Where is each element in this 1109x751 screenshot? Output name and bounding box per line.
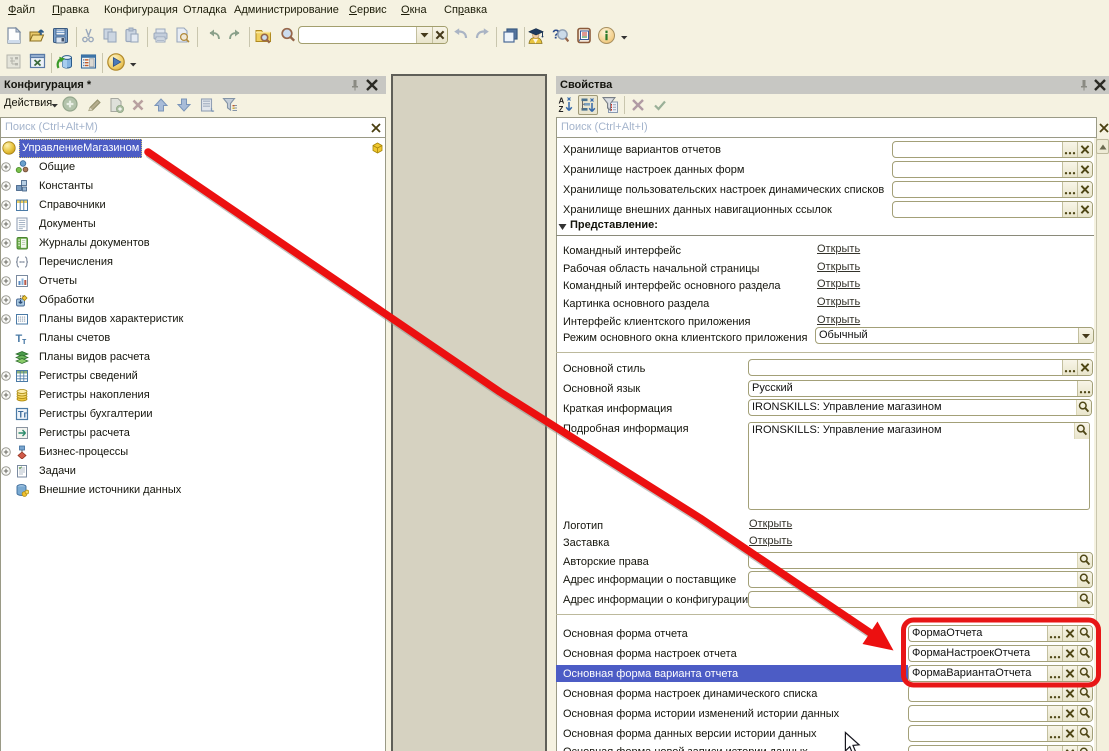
svg-text:Z: Z [559,105,564,113]
svg-text:т: т [22,336,27,345]
svg-text:Тг: Тг [18,410,27,420]
